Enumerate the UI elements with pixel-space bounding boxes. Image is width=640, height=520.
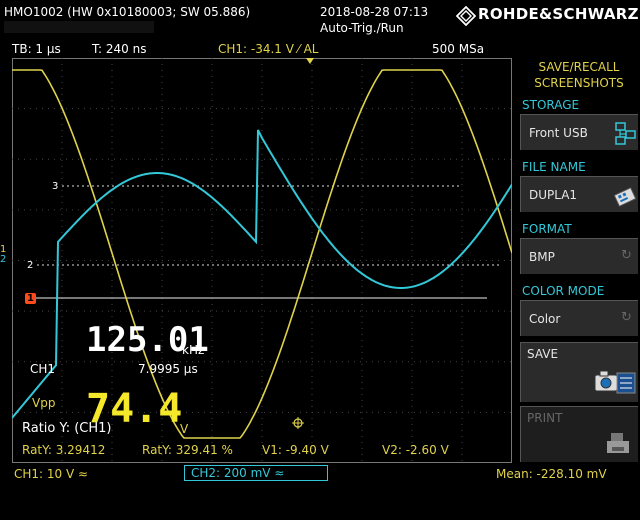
format-button[interactable]: BMP ↻ [520, 238, 638, 274]
menu-title-line1: SAVE/RECALL [538, 60, 620, 74]
filename-value: DUPLA1 [529, 188, 578, 202]
colormode-button[interactable]: Color ↻ [520, 300, 638, 336]
colormode-heading: COLOR MODE [522, 284, 605, 298]
save-recall-menu: SAVE/RECALL SCREENSHOTS STORAGE Front US… [518, 58, 640, 520]
sample-rate: 500 MSa [432, 42, 485, 56]
camera-save-icon [594, 370, 636, 394]
filename-button[interactable]: DUPLA1 [520, 176, 638, 212]
keyboard-edit-icon [613, 187, 637, 207]
brand-logo-icon [456, 6, 476, 26]
ch2-offset-marker: 2 [0, 254, 7, 265]
ch2-scale: CH2: 200 mV ≈ [191, 466, 285, 480]
raty-percent: RatY: 329.41 % [142, 443, 233, 457]
rotate-selector-icon: ↻ [621, 248, 632, 263]
storage-heading: STORAGE [522, 98, 580, 112]
menu-title-line2: SCREENSHOTS [534, 76, 624, 90]
timebase: TB: 1 µs [12, 42, 61, 56]
colormode-value: Color [529, 312, 561, 326]
format-heading: FORMAT [522, 222, 572, 236]
info-bar: TB: 1 µs T: 240 ns CH1: -34.1 V ⁄ AL 500… [0, 40, 520, 58]
cursor-v1: V1: -9.40 V [262, 443, 329, 457]
trigger-position-marker [306, 58, 314, 64]
raty-value: RatY: 3.29412 [22, 443, 106, 457]
vpp-label: Vpp [32, 396, 56, 410]
ch2-scale-box[interactable]: CH2: 200 mV ≈ [184, 465, 328, 481]
title-bar: HMO1002 (HW 0x10180003; SW 05.886) 2018-… [0, 0, 640, 40]
measure-channel: CH1 [30, 362, 56, 376]
ratio-label: Ratio Y: (CH1) [22, 421, 112, 436]
period-readout: 7.9995 µs [138, 362, 198, 376]
ch1-scale[interactable]: CH1: 10 V ≈ [14, 467, 88, 481]
frequency-unit: kHz [182, 343, 205, 357]
ref-marker-2: 2 [27, 260, 34, 271]
trigger-info: CH1: -34.1 V ⁄ AL [218, 42, 319, 56]
vpp-unit: V [180, 422, 189, 436]
print-button[interactable]: PRINT [520, 406, 638, 462]
storage-value: Front USB [529, 126, 588, 140]
device-subinfo-redacted [4, 21, 154, 33]
usb-folder-icon [615, 122, 636, 145]
datetime: 2018-08-28 07:13 [320, 5, 429, 19]
storage-button[interactable]: Front USB [520, 114, 638, 150]
ref-marker-1: 1 [27, 293, 34, 304]
trigger-mode: Auto-Trig./Run [320, 21, 404, 35]
filename-heading: FILE NAME [522, 160, 586, 174]
brand-name: ROHDE&SCHWARZ [478, 5, 639, 23]
format-value: BMP [529, 250, 555, 264]
cursor-v2: V2: -2.60 V [382, 443, 449, 457]
save-label: SAVE [527, 347, 559, 361]
rotate-selector-icon: ↻ [621, 310, 632, 325]
device-info: HMO1002 (HW 0x10180003; SW 05.886) [4, 5, 251, 19]
printer-icon [607, 433, 629, 453]
ref-marker-3: 3 [52, 181, 59, 192]
print-label: PRINT [527, 411, 563, 425]
save-button[interactable]: SAVE [520, 342, 638, 402]
trigger-time: T: 240 ns [92, 42, 147, 56]
mean-readout: Mean: -228.10 mV [496, 467, 607, 481]
trigger-level-marker[interactable]: 1 [25, 293, 36, 304]
